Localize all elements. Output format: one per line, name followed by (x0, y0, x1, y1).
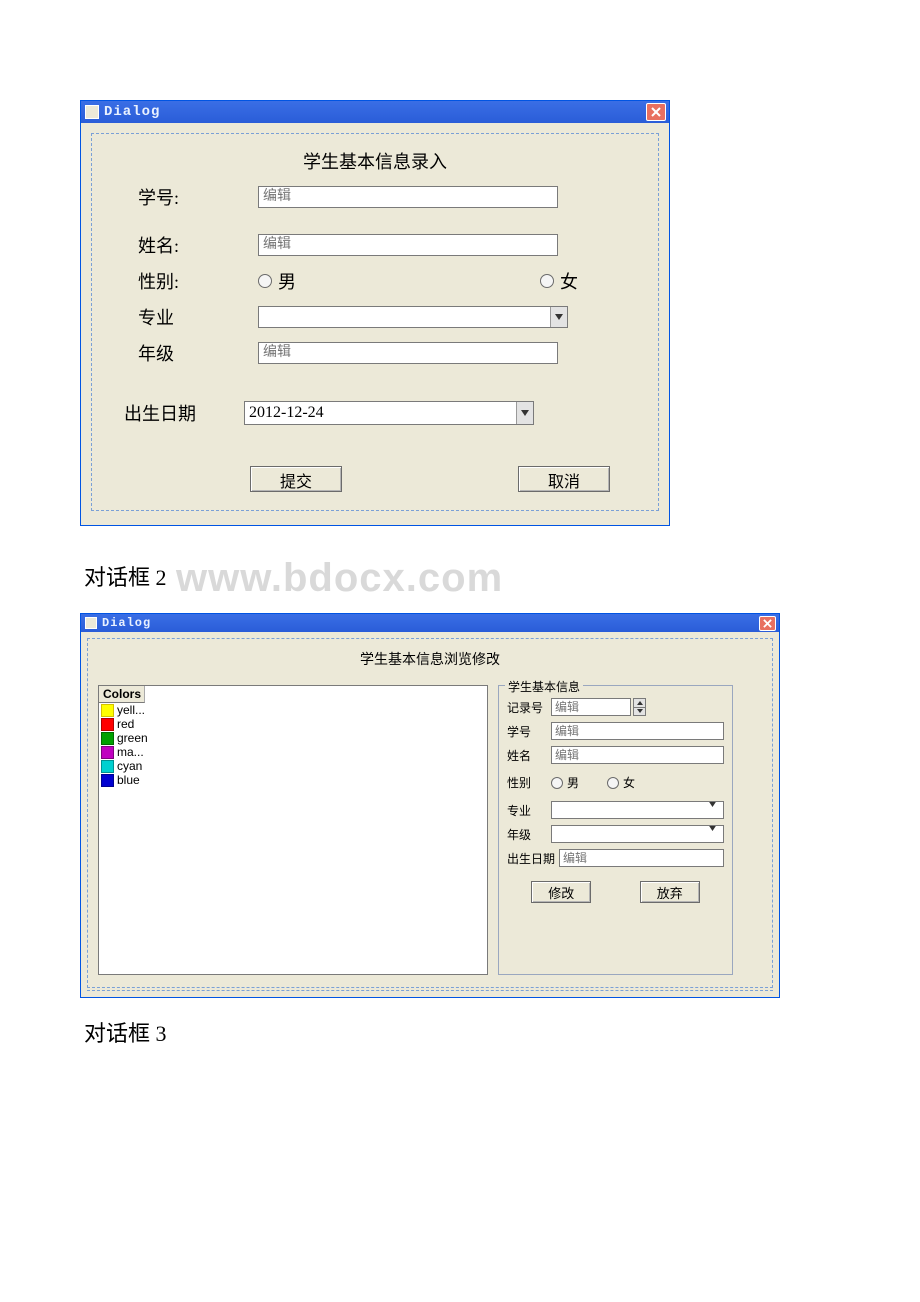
color-swatch-icon (101, 732, 114, 745)
list-item-label: cyan (117, 759, 142, 773)
gender-female-radio[interactable] (540, 274, 554, 288)
list-item[interactable]: ma... (99, 745, 487, 759)
name-input-2[interactable] (551, 746, 724, 764)
label-grade: 年级 (110, 340, 258, 366)
list-header: Colors (99, 686, 145, 703)
label-record-no: 记录号 (507, 699, 551, 716)
label-student-id-2: 学号 (507, 723, 551, 740)
color-swatch-icon (101, 718, 114, 731)
color-swatch-icon (101, 746, 114, 759)
major-combo-2[interactable] (551, 801, 724, 819)
chevron-down-icon[interactable] (516, 402, 533, 424)
dialog1-groupbox: 学生基本信息录入 学号: 姓名: 性别: 男 (91, 133, 659, 511)
label-birth-2: 出生日期 (507, 850, 559, 867)
dialog1-titlebar[interactable]: Dialog (81, 101, 669, 123)
dialog2-group-title: 学生基本信息浏览修改 (98, 649, 762, 669)
dialog2-groupbox: 学生基本信息浏览修改 Colors yell... red green ma..… (87, 638, 773, 988)
label-name-2: 姓名 (507, 747, 551, 764)
caption3-text: 对话框 3 (84, 1021, 167, 1046)
color-swatch-icon (101, 774, 114, 787)
color-swatch-icon (101, 704, 114, 717)
major-combo[interactable] (258, 306, 568, 328)
record-no-input[interactable] (551, 698, 631, 716)
label-major: 专业 (110, 304, 258, 330)
list-item[interactable]: cyan (99, 759, 487, 773)
grade-combo-2[interactable] (551, 825, 724, 843)
chevron-down-icon[interactable] (550, 307, 567, 327)
color-swatch-icon (101, 760, 114, 773)
caption-dialog3: 对话框 3 (84, 1016, 840, 1048)
label-gender: 性别: (110, 268, 258, 294)
dialog1-group-title: 学生基本信息录入 (110, 148, 640, 174)
chevron-down-icon[interactable] (709, 826, 723, 842)
list-item[interactable]: red (99, 717, 487, 731)
caption2-text: 对话框 2 (84, 565, 167, 590)
list-item-label: red (117, 717, 134, 731)
gender-female-radio-2[interactable] (607, 777, 619, 789)
dialog2-titlebar[interactable]: Dialog (81, 614, 779, 632)
dialog1-window: Dialog 学生基本信息录入 学号: 姓名: 性别: (80, 100, 670, 526)
student-id-input[interactable] (258, 186, 558, 208)
gender-male-label: 男 (278, 268, 296, 294)
system-menu-icon[interactable] (85, 105, 99, 119)
label-gender-2: 性别 (507, 774, 551, 791)
gender-female-label-2: 女 (623, 774, 635, 791)
label-major-2: 专业 (507, 802, 551, 819)
list-item[interactable]: blue (99, 773, 487, 787)
cancel-button[interactable]: 取消 (518, 466, 610, 492)
list-item-label: blue (117, 773, 140, 787)
system-menu-icon[interactable] (85, 617, 97, 629)
list-item-label: ma... (117, 745, 144, 759)
caption-dialog2: 对话框 2 www.bdocx.com (84, 556, 840, 601)
name-input[interactable] (258, 234, 558, 256)
student-info-fieldset: 学生基本信息 记录号 学号 (498, 685, 733, 975)
list-item-label: green (117, 731, 148, 745)
birth-input-2[interactable] (559, 849, 724, 867)
list-item[interactable]: yell... (99, 703, 487, 717)
record-no-spinner[interactable] (633, 698, 646, 716)
close-icon[interactable] (759, 616, 776, 631)
bottom-border (87, 990, 773, 991)
label-student-id: 学号: (110, 184, 258, 210)
watermark-text: www.bdocx.com (176, 556, 503, 600)
dialog1-title: Dialog (104, 104, 160, 120)
label-birth: 出生日期 (110, 400, 244, 426)
chevron-down-icon[interactable] (709, 802, 723, 818)
modify-button[interactable]: 修改 (531, 881, 591, 903)
gender-male-label-2: 男 (567, 774, 579, 791)
gender-male-radio-2[interactable] (551, 777, 563, 789)
spinner-up-icon[interactable] (633, 698, 646, 708)
student-id-input-2[interactable] (551, 722, 724, 740)
grade-input[interactable] (258, 342, 558, 364)
dialog2-title: Dialog (102, 616, 151, 630)
birth-date-picker[interactable]: 2012-12-24 (244, 401, 534, 425)
gender-female-label: 女 (560, 268, 578, 294)
dialog2-window: Dialog 学生基本信息浏览修改 Colors yell... red gre… (80, 613, 780, 998)
colors-listbox[interactable]: Colors yell... red green ma... cyan blue (98, 685, 488, 975)
spinner-down-icon[interactable] (633, 708, 646, 717)
birth-value: 2012-12-24 (245, 404, 324, 422)
list-item[interactable]: green (99, 731, 487, 745)
submit-button[interactable]: 提交 (250, 466, 342, 492)
fieldset-legend: 学生基本信息 (505, 678, 583, 695)
gender-male-radio[interactable] (258, 274, 272, 288)
discard-button[interactable]: 放弃 (640, 881, 700, 903)
close-icon[interactable] (646, 103, 666, 121)
list-item-label: yell... (117, 703, 145, 717)
label-name: 姓名: (110, 232, 258, 258)
label-grade-2: 年级 (507, 826, 551, 843)
